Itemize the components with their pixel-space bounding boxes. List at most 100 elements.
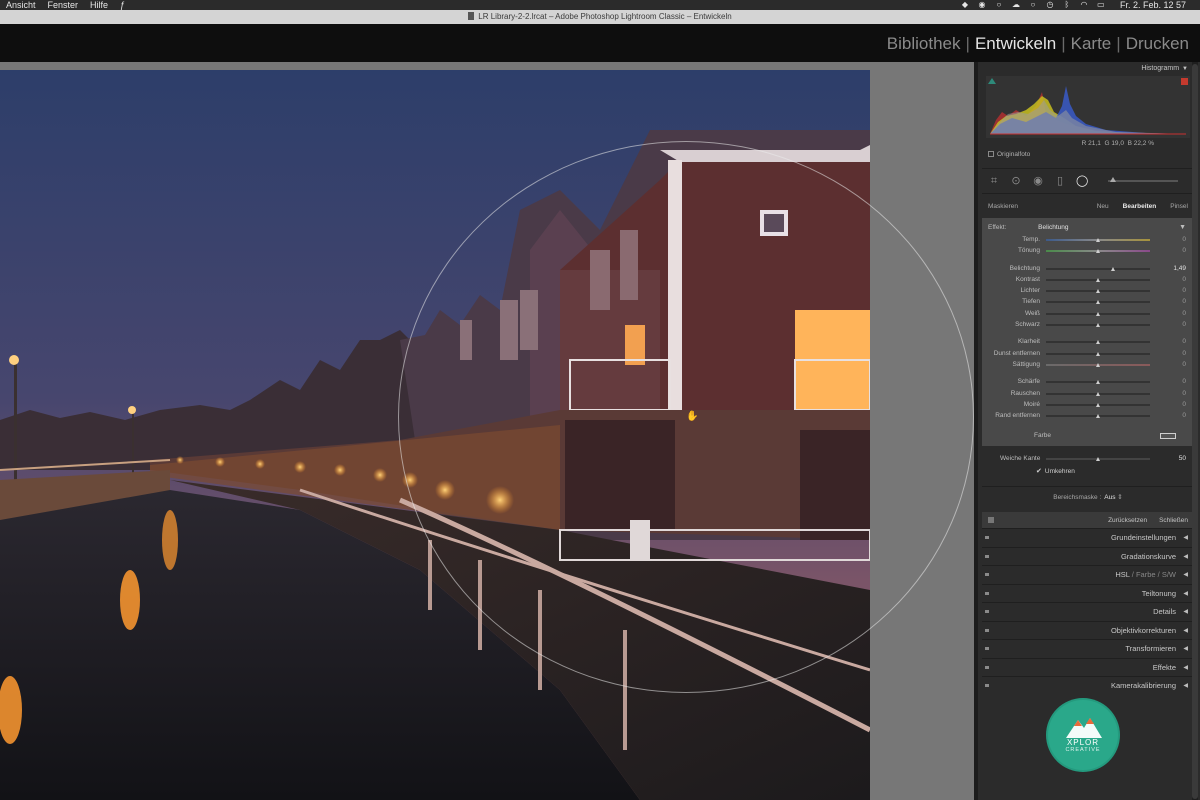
expand-triangle-icon[interactable]: ◀ [1183,585,1188,603]
menu-ansicht[interactable]: Ansicht [6,0,36,10]
range-mask-updown-icon[interactable]: ⇕ [1117,494,1122,501]
radial-filter-icon[interactable]: ◯ [1076,175,1088,187]
adjust-slider-row[interactable]: Weiß 0 [982,308,1194,319]
original-photo-checkbox[interactable] [988,151,994,157]
panel-section-header[interactable]: Kamerakalibrierung ◀ [982,676,1194,695]
slider-value[interactable]: 1,49 [1173,263,1186,274]
collapse-triangle-icon[interactable]: ▼ [1182,66,1188,72]
slider-knob[interactable] [1095,323,1100,328]
panel-section-header[interactable]: Teiltonung ◀ [982,583,1194,603]
red-eye-icon[interactable]: ◉ [1032,175,1044,187]
adjust-slider-row[interactable]: Tönung 0 [982,245,1194,256]
histogram-header[interactable]: Histogramm ▼ [982,62,1194,76]
slider-knob[interactable] [1095,238,1100,242]
slider-knob[interactable] [1095,391,1100,396]
section-toggle-switch[interactable] [985,628,989,632]
section-title[interactable]: Transformieren [1125,640,1176,658]
adjust-slider-row[interactable]: Lichter 0 [982,285,1194,296]
expand-triangle-icon[interactable]: ◀ [1183,640,1188,658]
section-toggle-switch[interactable] [985,665,989,669]
adjust-slider-row[interactable]: Belichtung 1,49 [982,263,1194,274]
section-toggle-switch[interactable] [985,610,989,613]
panel-section-header[interactable]: Effekte ◀ [982,657,1194,677]
script-icon[interactable]: ƒ [120,0,125,10]
adjust-slider-row[interactable]: Klarheit 0 [982,336,1194,347]
slider-knob[interactable] [1095,414,1100,419]
tool-slider[interactable] [1108,177,1178,182]
feather-knob[interactable] [1095,457,1100,461]
panel-section-header[interactable]: Gradationskurve ◀ [982,546,1194,566]
time-machine-icon[interactable]: ◷ [1046,1,1054,9]
section-title[interactable]: Teiltonung [1142,585,1176,603]
expand-triangle-icon[interactable]: ◀ [1183,529,1188,547]
cloud-icon[interactable]: ☁ [1012,1,1020,9]
battery-icon[interactable]: ▭ [1097,1,1105,9]
section-toggle-switch[interactable] [985,573,989,576]
toggle-filter-switch[interactable] [988,517,994,523]
close-button[interactable]: Schließen [1159,517,1188,524]
section-title[interactable]: HSL / Farbe / S/W [1115,566,1176,584]
sync-icon[interactable]: ○ [995,1,1003,9]
slider-value[interactable]: 0 [1182,399,1186,410]
expand-triangle-icon[interactable]: ◀ [1183,603,1188,621]
panel-section-header[interactable]: Grundeinstellungen ◀ [982,528,1194,547]
section-toggle-switch[interactable] [985,647,989,650]
slider-value[interactable]: 0 [1182,296,1186,307]
mask-new[interactable]: Neu [1097,203,1109,210]
effect-row[interactable]: Effekt: Belichtung ▼ [982,222,1194,234]
adjust-slider-row[interactable]: Temp. 0 [982,234,1194,245]
color-swatch[interactable] [1160,433,1176,440]
menubar-clock[interactable]: Fr. 2. Feb. 12 57 [1120,0,1186,10]
menu-hilfe[interactable]: Hilfe [90,0,108,10]
slider-value[interactable]: 0 [1182,359,1186,370]
slider-value[interactable]: 0 [1182,376,1186,387]
expand-triangle-icon[interactable]: ◀ [1183,548,1188,566]
slider-track[interactable] [1046,267,1150,270]
expand-triangle-icon[interactable]: ◀ [1183,659,1188,677]
slider-value[interactable]: 0 [1182,388,1186,399]
dropbox-icon[interactable]: ◆ [961,1,969,9]
expand-triangle-icon[interactable]: ◀ [1183,622,1188,640]
slider-value[interactable]: 0 [1182,234,1186,245]
slider-knob[interactable] [1095,362,1100,367]
section-hsl[interactable]: HSL [1115,570,1129,579]
slider-knob[interactable] [1095,402,1100,407]
slider-value[interactable]: 0 [1182,319,1186,330]
slider-knob[interactable] [1095,340,1100,345]
slider-value[interactable]: 0 [1182,348,1186,359]
slider-value[interactable]: 0 [1182,308,1186,319]
section-title[interactable]: Kamerakalibrierung [1111,677,1176,695]
slider-value[interactable]: 0 [1182,336,1186,347]
slider-value[interactable]: 0 [1182,410,1186,421]
panel-section-header[interactable]: Objektivkorrekturen ◀ [982,620,1194,640]
slider-knob[interactable] [1095,311,1100,316]
circle-icon[interactable]: ○ [1029,1,1037,9]
section-toggle-switch[interactable] [985,554,989,558]
range-mask-row[interactable]: Bereichsmaske : Aus ⇕ [982,486,1194,508]
section-title[interactable]: Objektivkorrekturen [1111,622,1176,640]
spot-removal-icon[interactable]: ⊙ [1010,175,1022,187]
slider-knob[interactable] [1095,300,1100,305]
invert-row[interactable]: ✔ Umkehren [982,466,1194,478]
wifi-icon[interactable]: ◠ [1080,1,1088,9]
graduated-filter-icon[interactable]: ▯ [1054,175,1066,187]
section-toggle-switch[interactable] [985,684,989,687]
module-drucken[interactable]: Drucken [1123,34,1192,54]
adjust-slider-row[interactable]: Schwarz 0 [982,319,1194,330]
slider-knob[interactable] [1095,277,1100,282]
slider-value[interactable]: 0 [1182,285,1186,296]
slider-value[interactable]: 0 [1182,274,1186,285]
slider-knob[interactable] [1111,266,1116,271]
tool-slider-knob[interactable] [1110,177,1116,182]
adjust-slider-row[interactable]: Sättigung 0 [982,359,1194,370]
range-mask-value[interactable]: Aus [1104,494,1115,501]
adjust-slider-row[interactable]: Tiefen 0 [982,296,1194,307]
panel-section-header[interactable]: Transformieren ◀ [982,639,1194,658]
slider-knob[interactable] [1095,249,1100,254]
crop-icon[interactable]: ⌗ [988,175,1000,187]
expand-triangle-icon[interactable]: ◀ [1183,566,1188,584]
adjust-slider-row[interactable]: Moiré 0 [982,399,1194,410]
adjust-slider-row[interactable]: Schärfe 0 [982,376,1194,387]
feather-slider[interactable]: Weiche Kante 50 [982,452,1194,466]
slider-knob[interactable] [1095,380,1100,385]
